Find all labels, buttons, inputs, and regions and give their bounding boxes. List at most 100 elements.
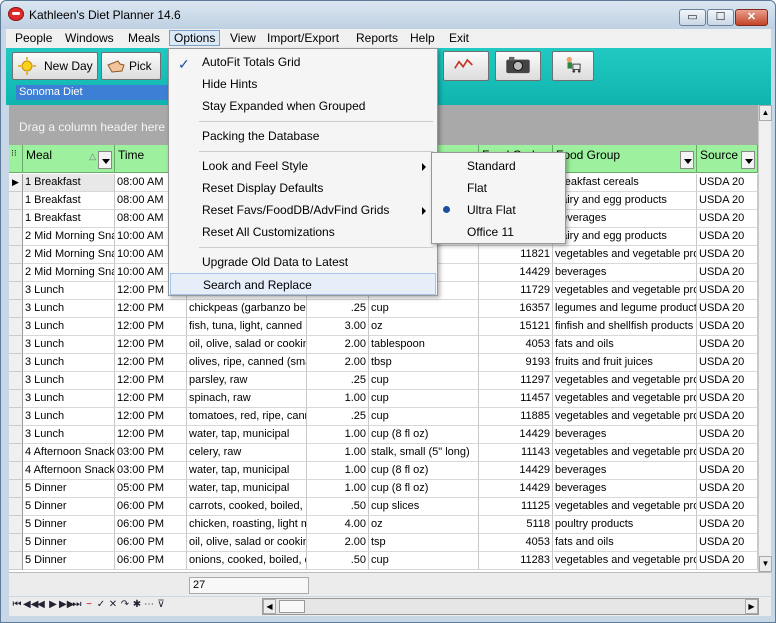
cell-source[interactable]: USDA 20 xyxy=(697,480,758,498)
cell-source[interactable]: USDA 20 xyxy=(697,462,758,480)
row-selector[interactable] xyxy=(9,264,23,282)
cell-qty[interactable]: .25 xyxy=(307,300,369,318)
cell-qty[interactable]: 4.00 xyxy=(307,516,369,534)
cell-source[interactable]: USDA 20 xyxy=(697,174,758,192)
cell-group[interactable]: vegetables and vegetable products xyxy=(553,246,697,264)
row-selector[interactable] xyxy=(9,336,23,354)
cell-code[interactable]: 14429 xyxy=(479,462,553,480)
cell-meal[interactable]: 3 Lunch xyxy=(23,372,115,390)
cell-source[interactable]: USDA 20 xyxy=(697,408,758,426)
cell-code[interactable]: 9193 xyxy=(479,354,553,372)
menu-item-autofit[interactable]: ✓ AutoFit Totals Grid xyxy=(170,51,436,73)
row-selector[interactable] xyxy=(9,552,23,570)
first-record-icon[interactable]: ⏮ xyxy=(11,599,23,610)
cell-code[interactable]: 11283 xyxy=(479,552,553,570)
filter-dropdown-icon[interactable] xyxy=(680,151,694,169)
menu-options[interactable]: Options xyxy=(169,30,221,46)
cell-unit[interactable]: cup xyxy=(369,372,479,390)
cell-source[interactable]: USDA 20 xyxy=(697,336,758,354)
cell-food[interactable]: spinach, raw xyxy=(187,390,307,408)
row-selector[interactable] xyxy=(9,426,23,444)
cell-code[interactable]: 14429 xyxy=(479,426,553,444)
menu-item-packing[interactable]: Packing the Database xyxy=(170,125,436,147)
scroll-right-icon[interactable]: ▶ xyxy=(745,599,758,614)
cell-qty[interactable]: 1.00 xyxy=(307,480,369,498)
row-selector[interactable] xyxy=(9,534,23,552)
post-icon[interactable]: ✓ xyxy=(95,599,107,610)
row-selector[interactable] xyxy=(9,516,23,534)
cell-time[interactable]: 12:00 PM xyxy=(115,390,187,408)
row-selector[interactable] xyxy=(9,192,23,210)
menu-import-export[interactable]: Import/Export xyxy=(264,31,342,45)
menu-meals[interactable]: Meals xyxy=(125,31,163,45)
row-selector[interactable] xyxy=(9,210,23,228)
style-flat[interactable]: Flat xyxy=(433,177,564,199)
cell-time[interactable]: 12:00 PM xyxy=(115,426,187,444)
cell-meal[interactable]: 3 Lunch xyxy=(23,282,115,300)
goto-bookmark-icon[interactable]: ⋯ xyxy=(143,599,155,610)
cell-qty[interactable]: 3.00 xyxy=(307,318,369,336)
cell-unit[interactable]: oz xyxy=(369,516,479,534)
cell-code[interactable]: 11125 xyxy=(479,498,553,516)
cell-food[interactable]: fish, tuna, light, canned in water xyxy=(187,318,307,336)
cell-source[interactable]: USDA 20 xyxy=(697,390,758,408)
cell-meal[interactable]: 3 Lunch xyxy=(23,408,115,426)
cell-time[interactable]: 06:00 PM xyxy=(115,498,187,516)
menu-item-reset-favs[interactable]: Reset Favs/FoodDB/AdvFind Grids xyxy=(170,199,436,221)
scroll-thumb[interactable] xyxy=(279,600,305,613)
scroll-up-icon[interactable]: ▲ xyxy=(759,105,772,121)
chart-tool-button[interactable] xyxy=(443,51,489,81)
new-day-button[interactable]: New Day xyxy=(12,52,98,80)
title-bar[interactable]: Kathleen's Diet Planner 14.6 ▭ ☐ ✕ xyxy=(1,1,775,29)
cell-group[interactable]: dairy and egg products xyxy=(553,192,697,210)
cancel-icon[interactable]: ✕ xyxy=(107,599,119,610)
cell-meal[interactable]: 5 Dinner xyxy=(23,552,115,570)
cell-food[interactable]: carrots, cooked, boiled, drained xyxy=(187,498,307,516)
cell-unit[interactable]: oz xyxy=(369,318,479,336)
cell-source[interactable]: USDA 20 xyxy=(697,498,758,516)
cell-code[interactable]: 11885 xyxy=(479,408,553,426)
cell-qty[interactable]: 2.00 xyxy=(307,336,369,354)
row-selector[interactable] xyxy=(9,444,23,462)
cell-unit[interactable]: cup slices xyxy=(369,498,479,516)
cell-unit[interactable]: cup xyxy=(369,390,479,408)
scroll-down-icon[interactable]: ▼ xyxy=(759,556,772,572)
cell-meal[interactable]: 5 Dinner xyxy=(23,498,115,516)
cell-meal[interactable]: 3 Lunch xyxy=(23,336,115,354)
row-selector[interactable] xyxy=(9,498,23,516)
cell-qty[interactable]: 1.00 xyxy=(307,390,369,408)
cell-source[interactable]: USDA 20 xyxy=(697,228,758,246)
menu-item-look-feel[interactable]: Look and Feel Style xyxy=(170,155,436,177)
cell-time[interactable]: 12:00 PM xyxy=(115,372,187,390)
row-selector[interactable] xyxy=(9,390,23,408)
cell-source[interactable]: USDA 20 xyxy=(697,354,758,372)
menu-item-reset-display[interactable]: Reset Display Defaults xyxy=(170,177,436,199)
cell-meal[interactable]: 3 Lunch xyxy=(23,426,115,444)
cell-code[interactable]: 4053 xyxy=(479,336,553,354)
cell-food[interactable]: chickpeas (garbanzo beans) xyxy=(187,300,307,318)
cell-qty[interactable]: 1.00 xyxy=(307,426,369,444)
cell-group[interactable]: vegetables and vegetable products xyxy=(553,552,697,570)
style-standard[interactable]: Standard xyxy=(433,155,564,177)
cell-food[interactable]: olives, ripe, canned (small) xyxy=(187,354,307,372)
cell-group[interactable]: vegetables and vegetable products xyxy=(553,498,697,516)
cell-group[interactable]: beverages xyxy=(553,426,697,444)
cell-source[interactable]: USDA 20 xyxy=(697,534,758,552)
menu-item-search-replace[interactable]: Search and Replace xyxy=(170,273,436,295)
cell-source[interactable]: USDA 20 xyxy=(697,552,758,570)
cell-code[interactable]: 11297 xyxy=(479,372,553,390)
cell-group[interactable]: breakfast cereals xyxy=(553,174,697,192)
style-ultra-flat[interactable]: Ultra Flat xyxy=(433,199,564,221)
menu-windows[interactable]: Windows xyxy=(62,31,117,45)
row-selector[interactable] xyxy=(9,372,23,390)
cell-qty[interactable]: 1.00 xyxy=(307,462,369,480)
prev-record-icon[interactable]: ◀ xyxy=(35,599,47,610)
cell-group[interactable]: fats and oils xyxy=(553,534,697,552)
cell-code[interactable]: 15121 xyxy=(479,318,553,336)
cell-code[interactable]: 14429 xyxy=(479,264,553,282)
cell-unit[interactable]: cup (8 fl oz) xyxy=(369,462,479,480)
cell-source[interactable]: USDA 20 xyxy=(697,282,758,300)
cell-food[interactable]: onions, cooked, boiled, drained xyxy=(187,552,307,570)
delete-icon[interactable]: − xyxy=(83,599,95,610)
cell-qty[interactable]: 1.00 xyxy=(307,444,369,462)
